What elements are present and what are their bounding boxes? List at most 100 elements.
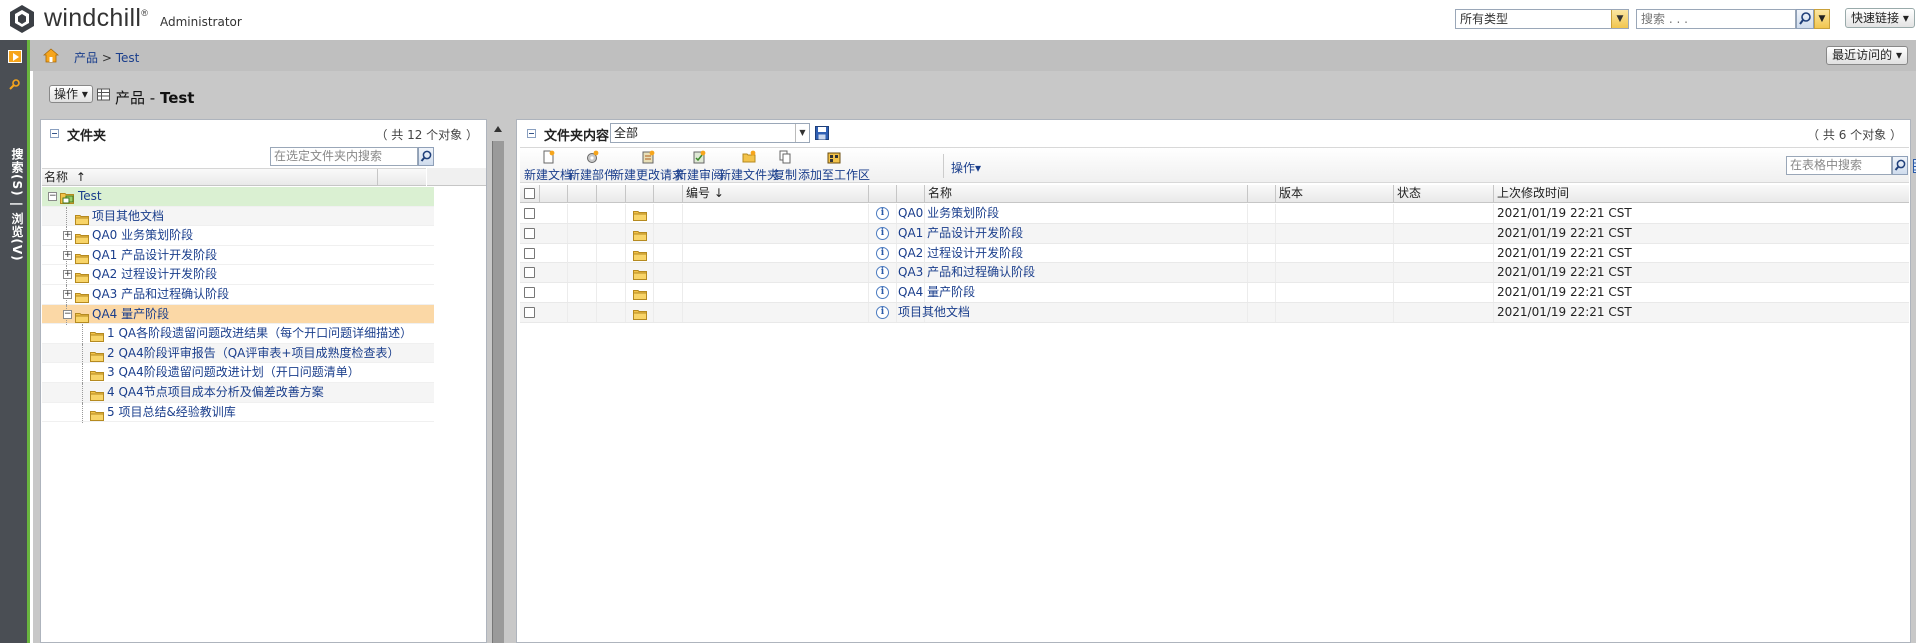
item-name-link[interactable]: QA1 产品设计开发阶段 [898, 224, 1023, 243]
row-checkbox[interactable] [524, 247, 535, 259]
column-header-blank[interactable] [654, 185, 683, 202]
copy-button[interactable]: 复制 [773, 150, 797, 182]
table-row[interactable]: i QA1 产品设计开发阶段 2021/01/19 22:21 CST [520, 223, 1909, 244]
collapse-icon[interactable]: − [48, 192, 57, 201]
tree-node-label[interactable]: QA2 过程设计开发阶段 [92, 265, 217, 284]
item-name-link[interactable]: QA2 过程设计开发阶段 [898, 244, 1023, 263]
windchill-logo-icon[interactable] [8, 4, 36, 34]
contents-view-select[interactable]: 全部 ▼ [610, 123, 810, 143]
scroll-up-icon[interactable] [494, 126, 502, 132]
navigator-tabs-label[interactable]: 搜索(S) | 浏览(V) [9, 148, 26, 262]
column-header-state[interactable]: 状态 [1394, 185, 1494, 202]
table-row[interactable]: i QA2 过程设计开发阶段 2021/01/19 22:21 CST [520, 243, 1909, 264]
select-all-checkbox[interactable] [524, 188, 535, 199]
search-type-select[interactable]: 所有类型 ▼ [1455, 9, 1629, 29]
table-search-button[interactable] [1892, 156, 1908, 175]
tree-node[interactable]: 5 项目总结&经验教训库 [42, 402, 434, 423]
expand-icon[interactable]: + [63, 231, 72, 241]
tree-node-label[interactable]: 2 QA4阶段评审报告（QA评审表+项目成熟度检查表） [107, 344, 399, 363]
tree-node-label[interactable]: 1 QA各阶段遗留问题改进结果（每个开口问题详细描述） [107, 324, 412, 343]
tree-node-label[interactable]: Test [78, 187, 102, 206]
new-review-button[interactable]: 新建审阅 [675, 150, 723, 182]
column-header-blank[interactable] [1248, 185, 1276, 202]
new-document-button[interactable]: 新建文档 [524, 150, 572, 182]
expand-icon[interactable]: + [63, 270, 72, 280]
item-name-link[interactable]: 项目其他文档 [898, 303, 970, 322]
tree-node-label[interactable]: 5 项目总结&经验教训库 [107, 403, 236, 422]
collapse-icon[interactable] [527, 129, 536, 138]
tree-node-label[interactable]: QA0 业务策划阶段 [92, 226, 193, 245]
search-options-dropdown[interactable]: ▼ [1814, 9, 1830, 29]
breadcrumb-current-link[interactable]: Test [116, 51, 140, 65]
column-header-modified[interactable]: 上次修改时间 [1494, 185, 1909, 202]
browse-icon[interactable] [8, 50, 22, 63]
column-header-number[interactable]: 编号 ↓ [683, 185, 869, 202]
tree-node[interactable]: + QA0 业务策划阶段 [42, 226, 434, 247]
column-header-blank[interactable] [869, 185, 897, 202]
row-checkbox[interactable] [524, 306, 535, 318]
search-button[interactable] [1796, 9, 1814, 29]
add-to-workspace-button[interactable]: 添加至工作区 [798, 150, 870, 182]
info-icon[interactable]: i [876, 226, 889, 240]
global-search-field[interactable] [1636, 9, 1796, 29]
tree-node[interactable]: + QA3 产品和过程确认阶段 [42, 284, 434, 305]
folder-search-button[interactable] [418, 147, 434, 166]
tree-node-label[interactable]: QA4 量产阶段 [92, 305, 169, 324]
tree-node-label[interactable]: QA3 产品和过程确认阶段 [92, 285, 229, 304]
tree-node-label[interactable]: 项目其他文档 [92, 207, 164, 226]
new-folder-button[interactable]: 新建文件夹 [719, 150, 779, 182]
save-icon[interactable] [815, 126, 829, 140]
column-header-name[interactable]: 名称 [925, 185, 1248, 202]
table-row[interactable]: i QA4 量产阶段 2021/01/19 22:21 CST [520, 283, 1909, 303]
item-name-link[interactable]: QA3 产品和过程确认阶段 [898, 263, 1035, 282]
column-header-blank[interactable] [597, 185, 626, 202]
column-header-blank[interactable] [897, 185, 925, 202]
item-name-link[interactable]: QA0 业务策划阶段 [898, 204, 999, 223]
tree-node-label[interactable]: 3 QA4阶段遗留问题改进计划（开口问题清单） [107, 363, 360, 382]
column-header-blank[interactable] [540, 185, 568, 202]
tree-node[interactable]: 4 QA4节点项目成本分析及偏差改善方案 [42, 382, 434, 403]
column-header-blank[interactable] [568, 185, 597, 202]
tree-node[interactable]: − QA4 量产阶段 [42, 304, 434, 325]
table-search-input[interactable]: 在表格中搜索 [1786, 156, 1892, 175]
new-part-button[interactable]: 新建部件 [568, 150, 616, 182]
table-actions-menu[interactable]: 操作▾ [951, 159, 981, 176]
collapse-icon[interactable]: − [63, 309, 72, 319]
column-header-blank[interactable] [626, 185, 654, 202]
tree-node[interactable]: 3 QA4阶段遗留问题改进计划（开口问题清单） [42, 363, 434, 384]
collapse-icon[interactable] [50, 129, 59, 138]
tree-node-label[interactable]: QA1 产品设计开发阶段 [92, 246, 217, 265]
tree-node[interactable]: + QA2 过程设计开发阶段 [42, 265, 434, 286]
row-checkbox[interactable] [524, 227, 535, 239]
info-icon[interactable]: i [876, 305, 889, 319]
row-checkbox[interactable] [524, 208, 535, 219]
vertical-scrollbar[interactable] [492, 141, 504, 643]
recently-visited-menu[interactable]: 最近访问的 ▾ [1826, 46, 1908, 65]
column-header-version[interactable]: 版本 [1276, 185, 1394, 202]
expand-icon[interactable]: + [63, 250, 72, 260]
table-row[interactable]: i QA0 业务策划阶段 2021/01/19 22:21 CST [520, 204, 1909, 224]
table-row[interactable]: i QA3 产品和过程确认阶段 2021/01/19 22:21 CST [520, 263, 1909, 284]
row-checkbox[interactable] [524, 267, 535, 279]
expand-icon[interactable]: + [63, 289, 72, 299]
global-search-input[interactable] [1637, 11, 1777, 27]
page-actions-menu[interactable]: 操作 ▾ [49, 85, 93, 103]
chevron-down-icon[interactable]: ▼ [1611, 10, 1628, 28]
tree-node[interactable]: 2 QA4阶段评审报告（QA评审表+项目成熟度检查表） [42, 343, 434, 364]
tree-node-label[interactable]: 4 QA4节点项目成本分析及偏差改善方案 [107, 383, 324, 402]
home-icon[interactable] [43, 48, 59, 63]
new-change-request-button[interactable]: 新建更改请求 [612, 150, 684, 182]
breadcrumb-root-link[interactable]: 产品 [74, 51, 98, 65]
tree-node[interactable]: 1 QA各阶段遗留问题改进结果（每个开口问题详细描述） [42, 324, 434, 345]
quick-links-menu[interactable]: 快速链接 ▾ [1845, 8, 1915, 28]
item-name-link[interactable]: QA4 量产阶段 [898, 283, 975, 302]
tree-column-header[interactable]: 名称 ↑ [42, 168, 426, 186]
folder-search-input[interactable]: 在选定文件夹内搜索 [270, 147, 418, 166]
table-row[interactable]: i 项目其他文档 2021/01/19 22:21 CST [520, 302, 1909, 323]
info-icon[interactable]: i [876, 207, 889, 220]
tree-node[interactable]: + QA1 产品设计开发阶段 [42, 245, 434, 266]
search-icon[interactable] [9, 78, 21, 90]
info-icon[interactable]: i [876, 246, 889, 260]
tree-node[interactable]: − Test [42, 187, 434, 207]
tree-node[interactable]: 项目其他文档 [42, 206, 434, 227]
